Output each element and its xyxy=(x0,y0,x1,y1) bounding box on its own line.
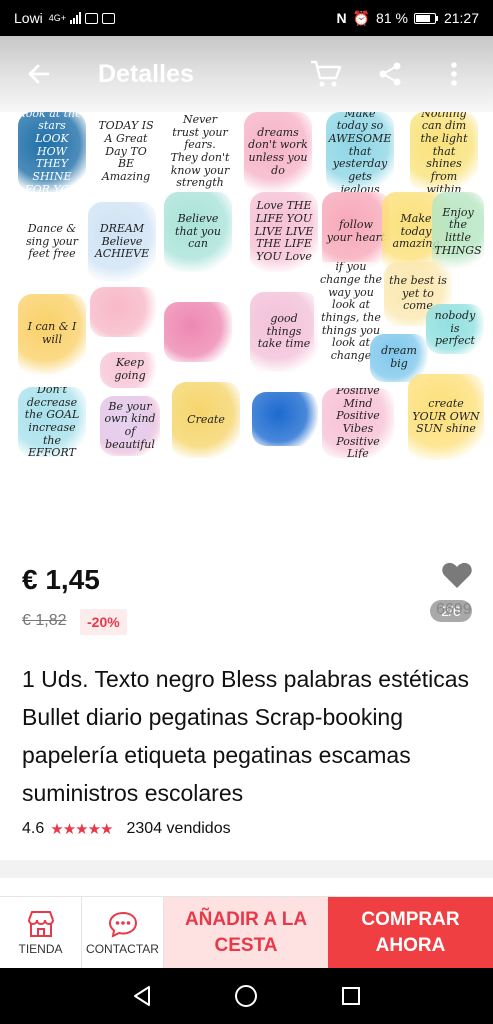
signal-icon xyxy=(70,12,82,24)
back-button[interactable] xyxy=(22,57,56,91)
sticker-tile: Nothing can dim the light that shines fr… xyxy=(410,112,478,192)
sticker-tile: Love THE LIFE YOU LIVE LIVE THE LIFE YOU… xyxy=(250,192,318,272)
store-label: TIENDA xyxy=(18,942,63,956)
app-bar: Detalles xyxy=(0,36,493,112)
triangle-back-icon xyxy=(134,986,151,1006)
contact-button[interactable]: CONTACTAR xyxy=(82,897,164,969)
sticker-tile: Keep going xyxy=(100,352,160,388)
sticker-tile: follow your heart xyxy=(322,192,390,272)
carrier-label: Lowi xyxy=(14,10,43,26)
heart-icon xyxy=(442,562,472,588)
page-title: Detalles xyxy=(98,59,194,88)
nav-recents-button[interactable] xyxy=(336,981,366,1011)
sticker-tile: Never trust your fears. They don't know … xyxy=(166,112,234,192)
notification-icon xyxy=(85,12,99,24)
rating-value: 4.6 xyxy=(22,820,45,837)
mail-icon xyxy=(102,12,116,24)
clock: 21:27 xyxy=(443,10,479,26)
add-to-cart-button[interactable]: AÑADIR A LA CESTA xyxy=(164,897,328,969)
square-recents-icon xyxy=(341,987,360,1005)
current-price: € 1,45 xyxy=(22,564,100,595)
sticker-tile: create YOUR OWN SUN shine xyxy=(408,374,484,460)
network-label: 4G+ xyxy=(48,13,67,23)
sticker-tile: TODAY IS A Great Day TO BE Amazing xyxy=(92,112,160,192)
sticker-tile: nobody is perfect xyxy=(426,304,484,354)
battery-percent: 81 % xyxy=(376,10,408,26)
sticker-tile: Positive Mind Positive Vibes Positive Li… xyxy=(322,388,394,458)
buy-now-button[interactable]: COMPRAR AHORA xyxy=(328,897,493,969)
sticker-tile: look at the stars LOOK HOW THEY SHINE FO… xyxy=(18,112,86,192)
nav-back-button[interactable] xyxy=(127,981,157,1011)
discount-badge: -20% xyxy=(80,609,127,635)
wishlist-button[interactable] xyxy=(438,558,476,592)
sticker-tile xyxy=(164,302,232,362)
circle-home-icon xyxy=(235,985,258,1007)
sticker-tile: DREAM Believe ACHIEVE xyxy=(88,202,156,282)
sticker-tile: Don't decrease the GOAL increase the EFF… xyxy=(18,387,86,457)
original-price: € 1,82 xyxy=(22,612,67,629)
nav-home-button[interactable] xyxy=(231,981,261,1011)
share-button[interactable] xyxy=(373,57,407,91)
share-icon xyxy=(379,62,401,86)
status-bar: Lowi 4G+ N ⏰ 81 % 21:27 xyxy=(0,0,493,36)
sticker-tile: Be your own kind of beautiful xyxy=(100,396,160,456)
section-divider xyxy=(0,860,493,878)
rating-stars-icon: ★★★★★ xyxy=(50,821,113,838)
wishlist-count: 6699 xyxy=(436,601,472,618)
rating-row[interactable]: 4.6 ★★★★★ 2304 vendidos xyxy=(22,820,231,838)
product-image-gallery[interactable]: look at the stars LOOK HOW THEY SHINE FO… xyxy=(0,112,493,622)
sticker-tile: Dance & sing your feet free xyxy=(18,202,86,282)
sticker-tile xyxy=(90,287,158,337)
sticker-tile: good things take time xyxy=(250,292,318,372)
product-title: 1 Uds. Texto negro Bless palabras estéti… xyxy=(22,666,470,806)
more-vertical-icon xyxy=(451,62,457,86)
sticker-tile: Make today so AWESOME that yesterday get… xyxy=(326,112,394,192)
sticker-tile: I can & I will xyxy=(18,294,86,374)
bottom-action-bar: TIENDA CONTACTAR AÑADIR A LA CESTA COMPR… xyxy=(0,896,493,969)
battery-icon xyxy=(413,12,438,24)
chat-icon xyxy=(108,911,137,938)
more-options-button[interactable] xyxy=(437,57,471,91)
sold-count: 2304 vendidos xyxy=(126,820,231,837)
sticker-tile xyxy=(252,392,318,446)
contact-label: CONTACTAR xyxy=(86,942,159,956)
cart-icon xyxy=(311,60,342,87)
nfc-icon: N xyxy=(336,10,347,26)
sticker-tile: dreams don't work unless you do xyxy=(244,112,312,192)
sticker-tile: Believe that you can xyxy=(164,192,232,272)
back-arrow-icon xyxy=(28,64,50,84)
system-navigation-bar xyxy=(0,968,493,1024)
sticker-tile: Enjoy the little THINGS xyxy=(432,192,484,272)
alarm-icon: ⏰ xyxy=(352,9,371,26)
cart-button[interactable] xyxy=(309,57,343,91)
sticker-tile: Create xyxy=(172,382,240,458)
store-icon xyxy=(27,911,54,937)
store-button[interactable]: TIENDA xyxy=(0,897,82,969)
